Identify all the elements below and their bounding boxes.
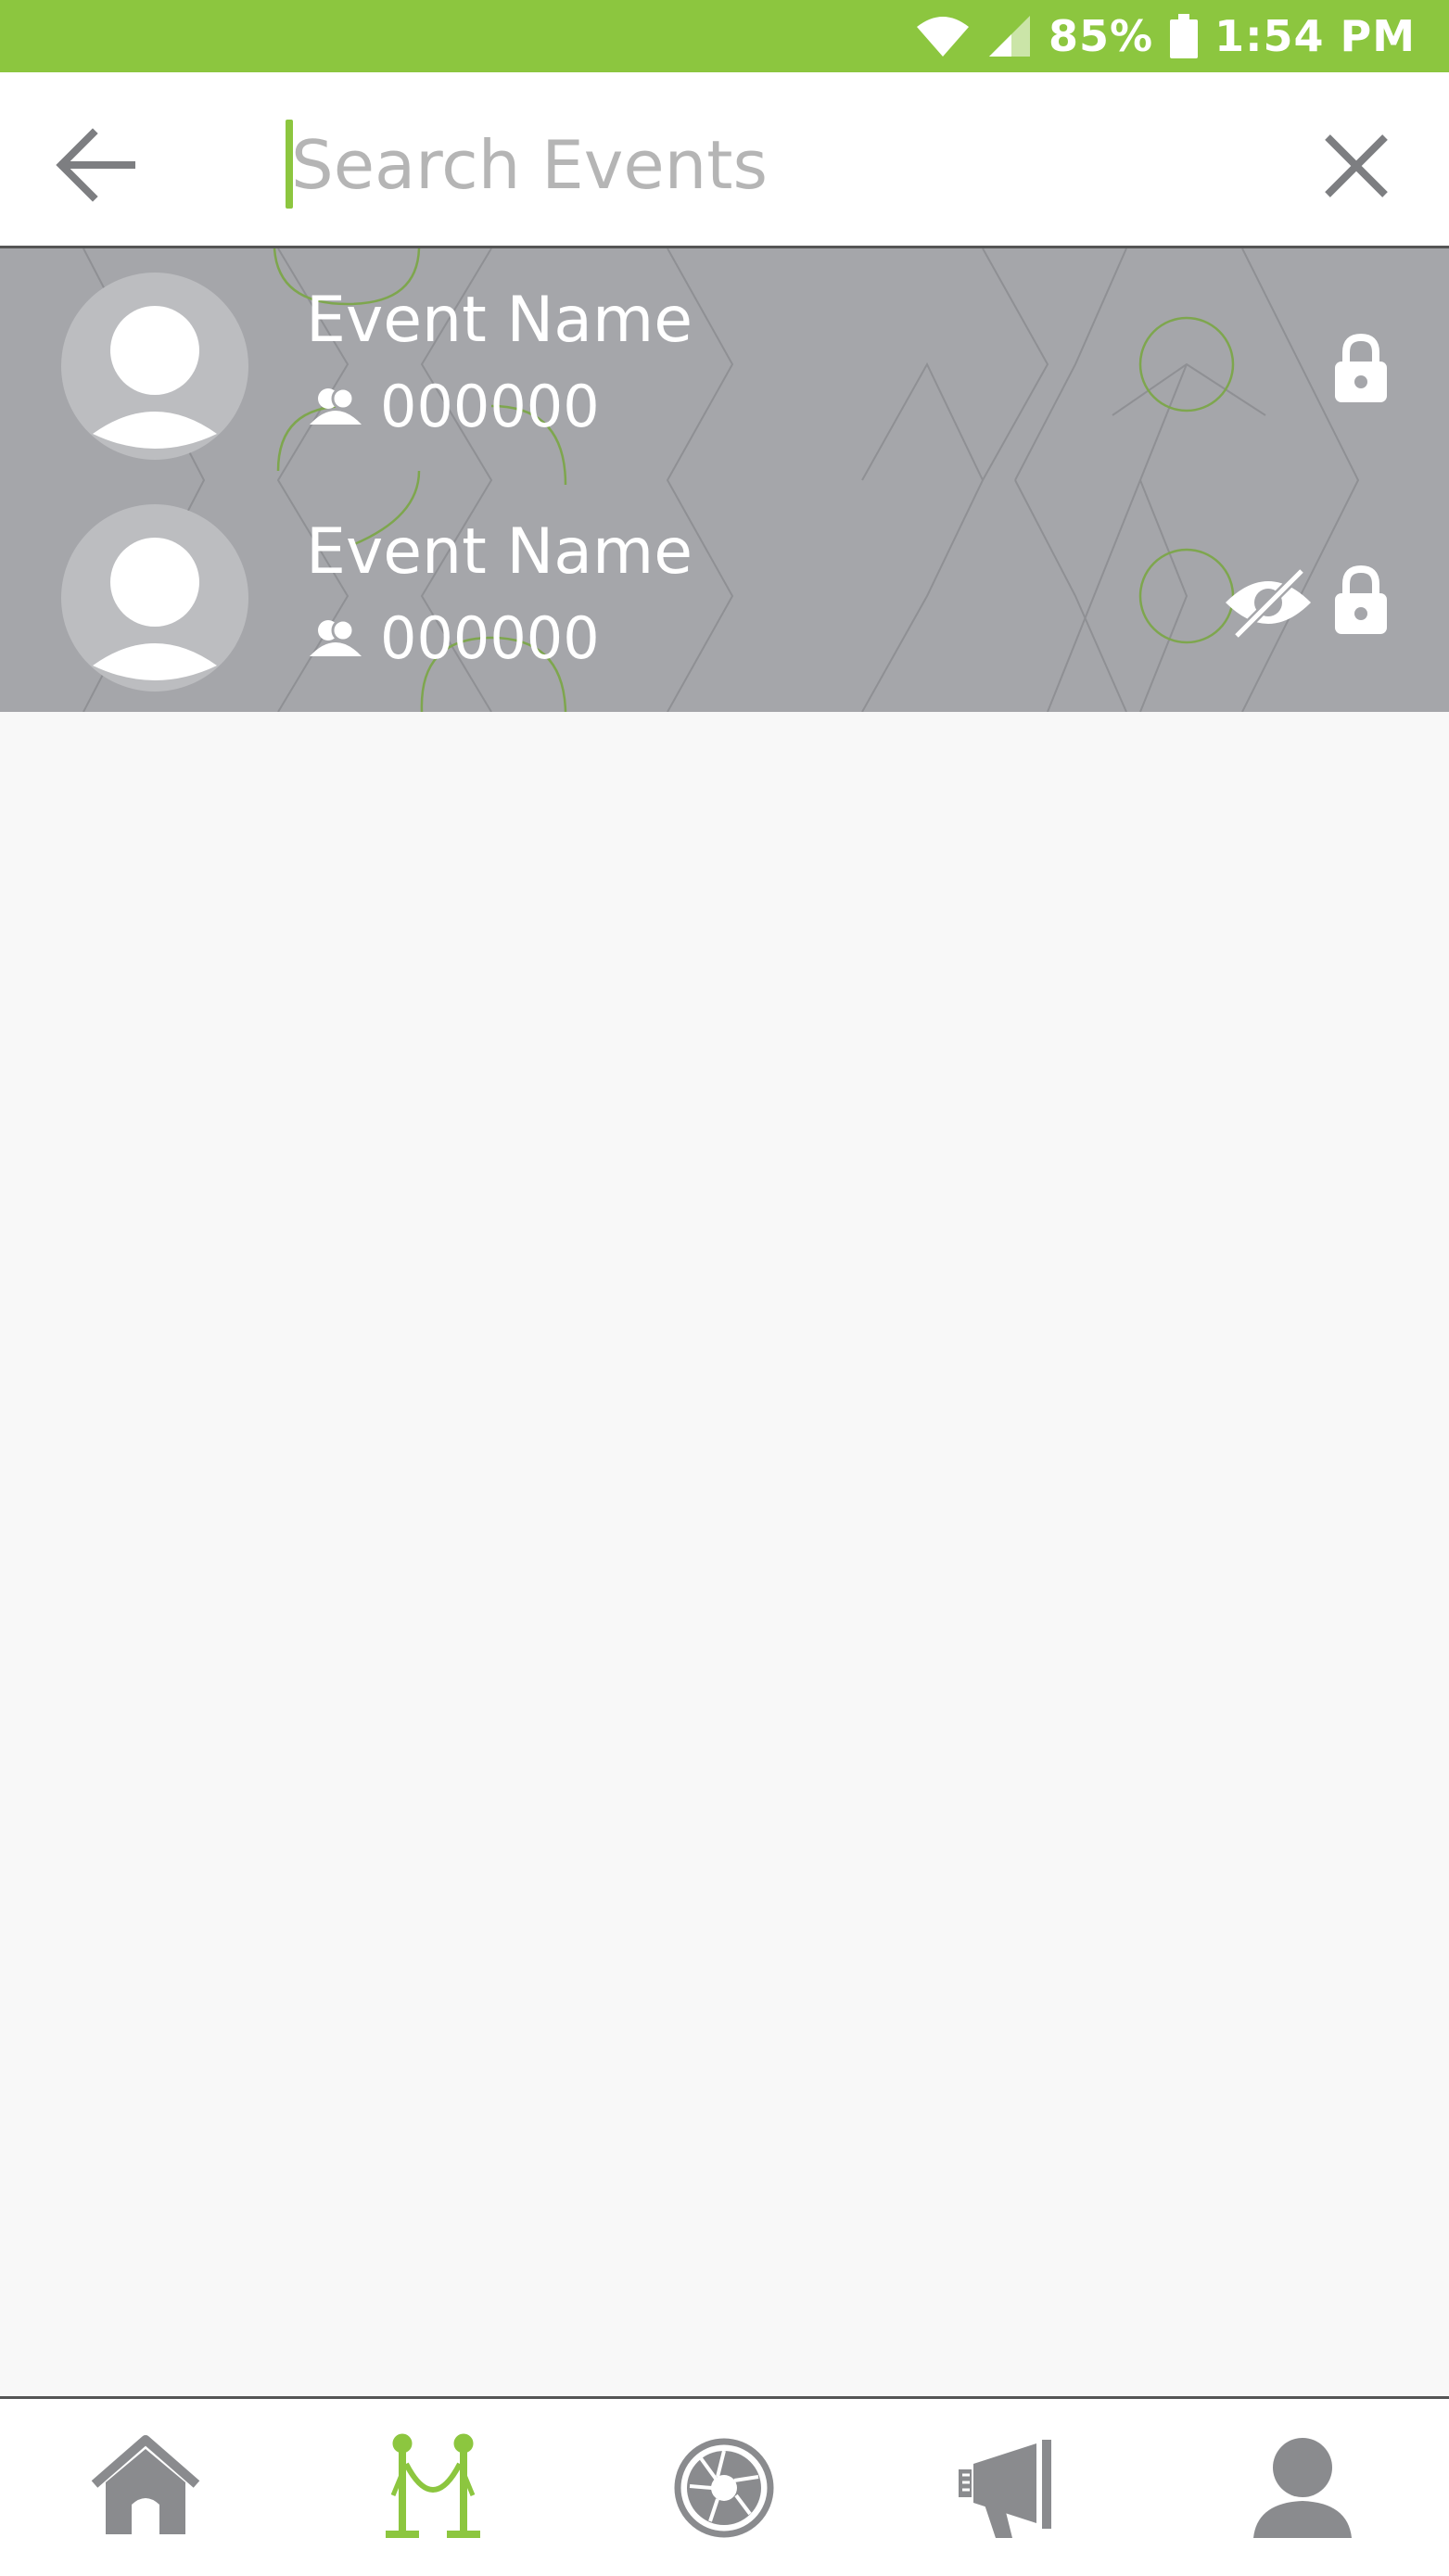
status-bar: 85% 1:54 PM xyxy=(0,0,1449,72)
attendee-count-value: 000000 xyxy=(380,372,600,440)
avatar xyxy=(61,273,248,460)
event-row[interactable]: Event Name 000000 xyxy=(0,480,1449,712)
status-time: 1:54 PM xyxy=(1214,11,1416,61)
events-stanchion-icon xyxy=(386,2433,480,2538)
attendees-icon xyxy=(310,618,362,656)
camera-aperture-icon xyxy=(674,2438,774,2538)
avatar xyxy=(61,504,248,692)
home-icon xyxy=(91,2435,200,2534)
event-row[interactable]: Event Name 000000 xyxy=(0,248,1449,480)
nav-home[interactable] xyxy=(85,2430,206,2542)
lock-icon xyxy=(1335,565,1387,634)
attendee-count: 000000 xyxy=(308,601,600,675)
event-list: Event Name 000000 Event Name 000000 xyxy=(0,248,1449,712)
cell-signal-icon xyxy=(987,14,1032,58)
back-button[interactable] xyxy=(48,117,159,209)
nav-camera[interactable] xyxy=(664,2430,784,2542)
battery-percent: 85% xyxy=(1048,11,1154,61)
person-placeholder-icon xyxy=(93,538,217,680)
eye-slash-icon xyxy=(1222,565,1315,640)
attendee-count-value: 000000 xyxy=(380,603,600,672)
megaphone-icon xyxy=(959,2440,1051,2538)
nav-announcements[interactable] xyxy=(953,2430,1074,2542)
close-icon xyxy=(1325,134,1388,197)
attendee-count: 000000 xyxy=(308,369,600,443)
search-input[interactable] xyxy=(291,114,1237,216)
bottom-nav xyxy=(0,2396,1449,2576)
event-name: Event Name xyxy=(306,515,693,589)
search-header xyxy=(0,72,1449,248)
event-name: Event Name xyxy=(306,284,693,357)
person-placeholder-icon xyxy=(93,306,217,449)
search-field[interactable] xyxy=(278,114,1252,216)
arrow-left-icon xyxy=(56,128,135,202)
nav-events[interactable] xyxy=(373,2430,493,2542)
events-search-screen: 85% 1:54 PM Search Events Event Name 000… xyxy=(0,0,1449,2576)
profile-icon xyxy=(1253,2438,1352,2538)
attendees-icon xyxy=(310,387,362,425)
clear-search-button[interactable] xyxy=(1307,117,1409,209)
lock-icon xyxy=(1335,333,1387,402)
nav-profile[interactable] xyxy=(1242,2430,1363,2542)
wifi-icon xyxy=(915,14,971,58)
battery-icon xyxy=(1170,14,1199,58)
